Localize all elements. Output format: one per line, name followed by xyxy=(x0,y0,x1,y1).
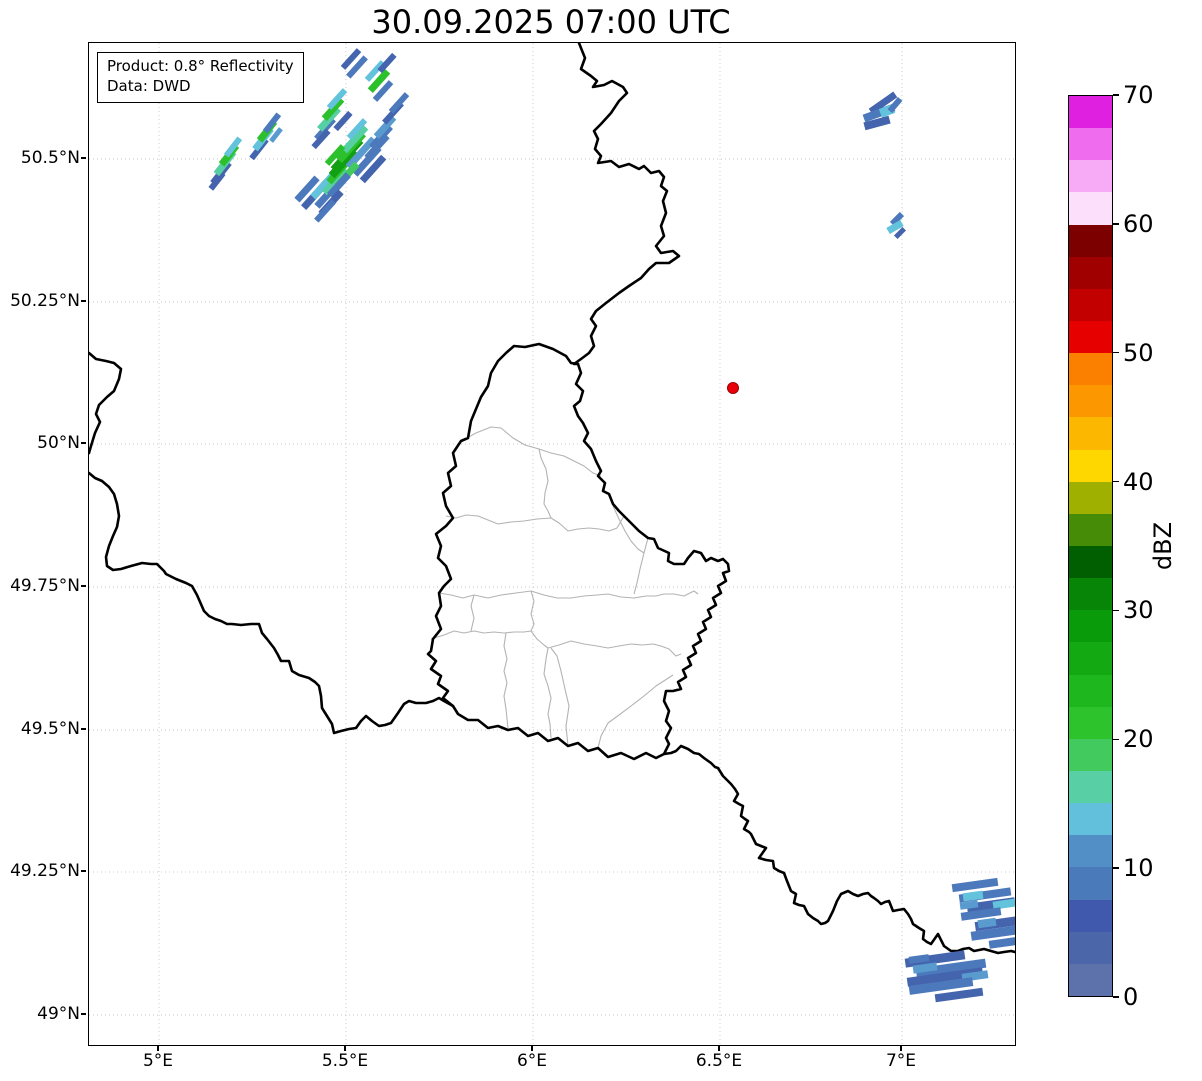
x-tick-mark xyxy=(900,1045,902,1051)
y-tick-mark xyxy=(81,157,86,159)
x-tick-label: 5.5°E xyxy=(321,1051,369,1071)
x-tick-label: 6.5°E xyxy=(695,1051,743,1071)
radar-site-marker xyxy=(727,382,739,394)
colorbar-segment xyxy=(1069,417,1112,450)
colorbar-segment xyxy=(1069,256,1112,289)
colorbar-tick-mark xyxy=(1113,996,1119,998)
colorbar-segment xyxy=(1069,545,1112,579)
colorbar-segment xyxy=(1069,513,1112,546)
y-tick-label: 49.75°N xyxy=(10,576,80,596)
y-tick-mark xyxy=(81,442,86,444)
map-canvas xyxy=(89,43,1015,1045)
x-tick-label: 7°E xyxy=(885,1051,917,1071)
colorbar-segment xyxy=(1069,578,1112,611)
y-tick-label: 50.5°N xyxy=(20,148,80,168)
data-source-line: Data: DWD xyxy=(107,76,191,95)
colorbar-tick-label: 0 xyxy=(1123,983,1139,1011)
colorbar-segment xyxy=(1069,963,1112,996)
colorbar-tick-label: 50 xyxy=(1123,338,1154,367)
x-tick-mark xyxy=(718,1045,720,1051)
colorbar-segment xyxy=(1069,706,1112,739)
colorbar-segment xyxy=(1069,96,1112,129)
colorbar-segment xyxy=(1069,288,1112,321)
product-info-line: Product: 0.8° Reflectivity xyxy=(107,57,294,75)
colorbar-segment xyxy=(1069,320,1112,354)
colorbar-segment xyxy=(1069,899,1112,932)
colorbar-segment xyxy=(1069,192,1112,225)
colorbar-segment xyxy=(1069,610,1112,643)
canton-borders xyxy=(430,426,699,749)
x-tick-mark xyxy=(531,1045,533,1051)
product-info-box: Product: 0.8° Reflectivity Data: DWD xyxy=(97,52,304,103)
colorbar-tick-mark xyxy=(1113,609,1119,612)
colorbar-axis-label: dBZ xyxy=(1149,521,1177,571)
colorbar-segment xyxy=(1069,449,1112,482)
y-tick-label: 50°N xyxy=(37,433,80,453)
colorbar-tick-label: 40 xyxy=(1123,467,1154,496)
radar-echoes xyxy=(208,48,1015,1003)
colorbar-segment xyxy=(1069,353,1112,386)
x-tick-mark xyxy=(344,1045,346,1051)
x-tick-label: 6°E xyxy=(516,1051,548,1071)
colorbar-segment xyxy=(1069,931,1112,964)
colorbar-tick-mark xyxy=(1113,480,1119,483)
colorbar-segment xyxy=(1069,867,1112,900)
colorbar-segment xyxy=(1069,224,1112,257)
y-tick-mark xyxy=(81,728,86,730)
y-tick-mark xyxy=(81,585,86,587)
colorbar-segment xyxy=(1069,128,1112,161)
map-plot-area: Product: 0.8° Reflectivity Data: DWD xyxy=(88,42,1016,1046)
colorbar xyxy=(1068,95,1113,997)
colorbar-segment xyxy=(1069,803,1112,836)
y-tick-label: 49°N xyxy=(37,1004,80,1024)
country-borders xyxy=(89,43,1015,955)
figure-title: 30.09.2025 07:00 UTC xyxy=(371,3,731,41)
colorbar-segment xyxy=(1069,385,1112,418)
y-tick-label: 50.25°N xyxy=(10,291,80,311)
colorbar-tick-mark xyxy=(1113,738,1119,741)
gridlines xyxy=(89,43,1015,1045)
y-tick-label: 49.5°N xyxy=(20,719,80,739)
y-tick-mark xyxy=(81,870,86,872)
colorbar-segment xyxy=(1069,160,1112,193)
colorbar-tick-mark xyxy=(1113,867,1119,869)
colorbar-segment xyxy=(1069,481,1112,514)
colorbar-segment xyxy=(1069,835,1112,868)
colorbar-tick-label: 60 xyxy=(1123,209,1154,238)
colorbar-tick-label: 10 xyxy=(1123,854,1154,883)
y-tick-mark xyxy=(81,300,86,302)
colorbar-segment xyxy=(1069,738,1112,771)
y-tick-label: 49.25°N xyxy=(10,861,80,881)
x-tick-mark xyxy=(157,1045,159,1051)
colorbar-tick-label: 30 xyxy=(1123,596,1154,625)
colorbar-tick-mark xyxy=(1113,94,1119,96)
colorbar-tick-mark xyxy=(1113,223,1119,225)
colorbar-segment xyxy=(1069,674,1112,707)
colorbar-tick-label: 70 xyxy=(1123,81,1154,109)
colorbar-segment xyxy=(1069,770,1112,804)
y-tick-mark xyxy=(81,1013,86,1015)
colorbar-tick-mark xyxy=(1113,351,1119,354)
radar-figure: 30.09.2025 07:00 UTC Product: 0.8° Refle… xyxy=(0,0,1202,1081)
colorbar-segment xyxy=(1069,642,1112,675)
x-tick-label: 5°E xyxy=(142,1051,174,1071)
colorbar-tick-label: 20 xyxy=(1123,725,1154,754)
